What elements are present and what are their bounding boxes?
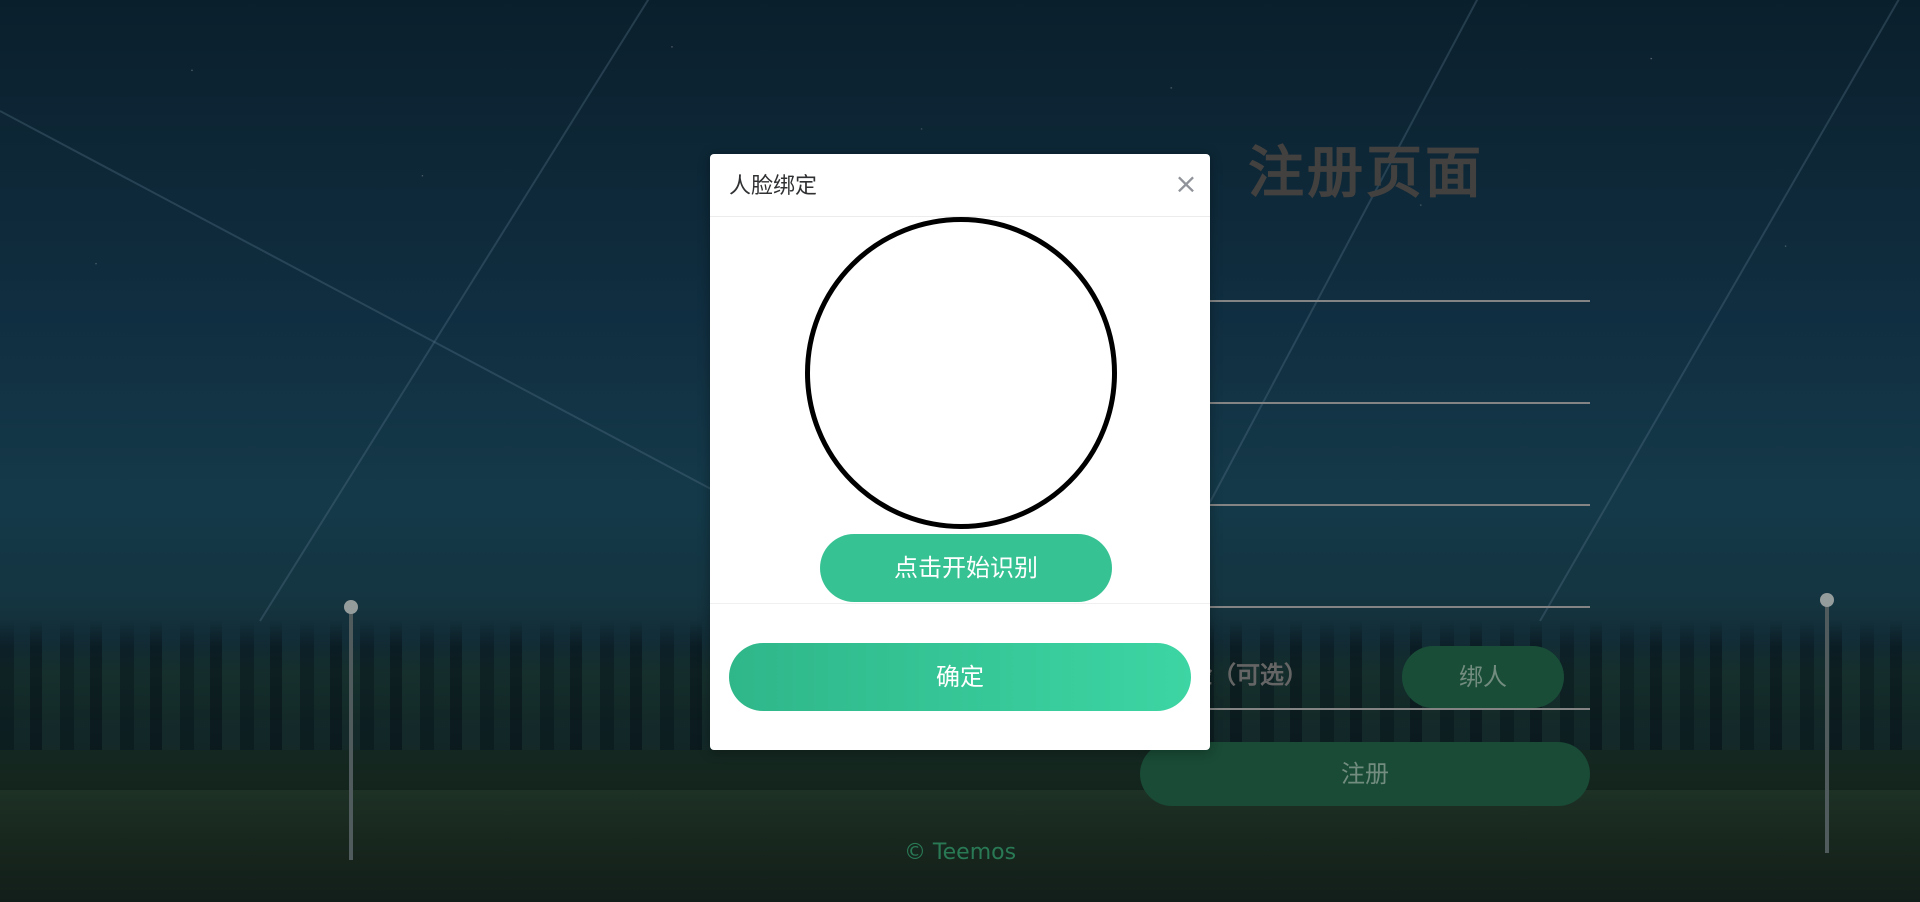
confirm-button[interactable]: 确定 <box>729 643 1191 711</box>
start-recognition-button[interactable]: 点击开始识别 <box>820 534 1112 602</box>
dialog-header: 人脸绑定 × <box>710 154 1210 217</box>
face-bind-dialog: 人脸绑定 × 点击开始识别 确定 <box>710 154 1210 750</box>
close-icon[interactable]: × <box>1170 168 1202 200</box>
dialog-divider <box>710 603 1210 604</box>
face-capture-circle <box>805 217 1117 529</box>
dialog-title: 人脸绑定 <box>729 174 818 199</box>
